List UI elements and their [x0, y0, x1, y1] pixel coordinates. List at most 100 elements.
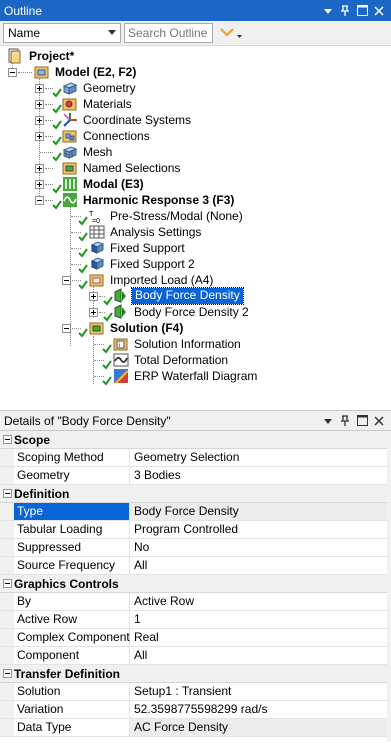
- tree-item-coordinate-systems[interactable]: Coordinate Systems: [62, 112, 193, 128]
- outline-toolbar: Name: [0, 21, 391, 46]
- svg-text:T: T: [89, 211, 94, 218]
- expand-toggle-connections[interactable]: [35, 132, 44, 141]
- tree-item-erp-waterfall[interactable]: ERP Waterfall Diagram: [113, 368, 259, 384]
- pin-icon[interactable]: [339, 4, 351, 17]
- tree-item-total-deformation[interactable]: Total Deformation: [113, 352, 230, 368]
- collapse-toggle[interactable]: [0, 431, 14, 449]
- outline-titlebar: Outline: [0, 0, 391, 21]
- tree-item-fixed-support[interactable]: Fixed Support: [89, 240, 187, 256]
- geometry-icon: [62, 82, 78, 95]
- close-icon[interactable]: [373, 415, 385, 427]
- maximize-icon[interactable]: [356, 415, 368, 427]
- tree-item-project[interactable]: Project*: [8, 48, 76, 64]
- tree-item-solution[interactable]: Solution (F4): [89, 320, 185, 336]
- tree-item-model[interactable]: Model (E2, F2): [34, 64, 138, 80]
- fixed-support-icon: [90, 241, 105, 254]
- check-icon: [102, 344, 112, 354]
- name-filter-select[interactable]: Name: [3, 23, 121, 43]
- chevron-down-icon: [220, 28, 242, 38]
- collapse-toggle-solution[interactable]: [62, 324, 71, 333]
- body-force-density-icon: [114, 304, 126, 319]
- tree-item-mesh[interactable]: Mesh: [62, 144, 114, 160]
- group-graphics-controls[interactable]: Graphics Controls: [0, 575, 391, 593]
- group-scope[interactable]: Scope: [0, 431, 391, 449]
- expand-toggle-body-force-density-2[interactable]: [89, 308, 98, 317]
- table-row[interactable]: Suppressed No: [0, 539, 391, 557]
- collapse-toggle-harmonic-response[interactable]: [35, 196, 44, 205]
- search-input[interactable]: [124, 23, 213, 43]
- check-icon: [52, 200, 62, 210]
- chevron-down-icon: [108, 30, 116, 35]
- table-row[interactable]: Geometry 3 Bodies: [0, 467, 391, 485]
- tree-item-pre-stress[interactable]: T =0 Pre-Stress/Modal (None): [89, 208, 245, 224]
- table-row[interactable]: Component All: [0, 647, 391, 665]
- details-table: Scope Scoping Method Geometry Selection G…: [0, 431, 391, 737]
- body-force-density-icon: [114, 288, 126, 303]
- table-row[interactable]: Tabular Loading Program Controlled: [0, 521, 391, 539]
- tree-item-harmonic-response[interactable]: Harmonic Response 3 (F3): [62, 192, 236, 208]
- close-icon[interactable]: [373, 5, 385, 17]
- tree-item-fixed-support-2[interactable]: Fixed Support 2: [89, 256, 197, 272]
- table-row[interactable]: Type Body Force Density: [0, 503, 391, 521]
- details-title: Details of "Body Force Density": [4, 413, 171, 428]
- table-row[interactable]: Complex Component Real: [0, 629, 391, 647]
- named-selections-icon: [62, 162, 77, 175]
- table-row[interactable]: Solution Setup1 : Transient: [0, 683, 391, 701]
- tree-item-connections[interactable]: Connections: [62, 128, 152, 144]
- check-icon: [102, 360, 112, 370]
- collapse-toggle[interactable]: [0, 665, 14, 683]
- solution-information-icon: i: [113, 338, 128, 351]
- check-icon: [52, 88, 62, 98]
- pre-stress-icon: T=0: [89, 211, 100, 224]
- check-icon: [78, 280, 88, 290]
- expand-toggle-named-selections[interactable]: [35, 164, 44, 173]
- tree-item-body-force-density[interactable]: Body Force Density: [113, 287, 244, 305]
- table-row[interactable]: By Active Row: [0, 593, 391, 611]
- tree-item-imported-load[interactable]: Imported Load (A4): [89, 272, 215, 288]
- details-scrollbar[interactable]: [387, 431, 391, 741]
- check-icon: [52, 104, 62, 114]
- expand-toggle-body-force-density[interactable]: [89, 292, 98, 301]
- dropdown-icon[interactable]: [322, 5, 334, 17]
- tree-item-body-force-density-2[interactable]: Body Force Density 2: [113, 304, 251, 320]
- table-row[interactable]: Data Type AC Force Density: [0, 719, 391, 737]
- dropdown-icon[interactable]: [322, 415, 334, 427]
- project-icon: [8, 48, 21, 64]
- collapse-toggle-model[interactable]: [8, 68, 17, 77]
- table-row[interactable]: Scoping Method Geometry Selection: [0, 449, 391, 467]
- filter-options-button[interactable]: [216, 23, 246, 43]
- group-definition[interactable]: Definition: [0, 485, 391, 503]
- expand-toggle-coordinate-systems[interactable]: [35, 116, 44, 125]
- tree-item-materials[interactable]: Materials: [62, 96, 134, 112]
- tree-item-analysis-settings[interactable]: Analysis Settings: [89, 224, 203, 240]
- connections-icon: [62, 130, 77, 143]
- check-icon: [78, 216, 88, 226]
- details-titlebar: Details of "Body Force Density": [0, 410, 391, 431]
- group-transfer-definition[interactable]: Transfer Definition: [0, 665, 391, 683]
- fixed-support-icon: [90, 257, 105, 270]
- collapse-toggle[interactable]: [0, 485, 14, 503]
- tree-item-named-selections[interactable]: Named Selections: [62, 160, 182, 176]
- name-filter-value: Name: [8, 26, 41, 40]
- pin-icon[interactable]: [339, 414, 351, 427]
- expand-toggle-modal[interactable]: [35, 180, 44, 189]
- tree-item-modal[interactable]: Modal (E3): [62, 176, 146, 192]
- check-icon: [52, 136, 62, 146]
- tree-item-solution-information[interactable]: i Solution Information: [113, 336, 243, 352]
- materials-icon: [62, 98, 77, 111]
- collapse-toggle-imported-load[interactable]: [62, 276, 71, 285]
- outline-tree: Project* Model (E2, F2) Geometry Materia…: [0, 46, 391, 410]
- table-row[interactable]: Source Frequency All: [0, 557, 391, 575]
- check-icon: [52, 120, 62, 130]
- tree-item-geometry[interactable]: Geometry: [62, 80, 138, 96]
- table-row[interactable]: Variation 52.3598775598299 rad/s: [0, 701, 391, 719]
- expand-toggle-geometry[interactable]: [35, 84, 44, 93]
- check-icon: [103, 296, 113, 306]
- collapse-toggle[interactable]: [0, 575, 14, 593]
- check-icon: [78, 248, 88, 258]
- waterfall-diagram-icon: [114, 369, 129, 384]
- table-row[interactable]: Active Row 1: [0, 611, 391, 629]
- maximize-icon[interactable]: [356, 5, 368, 17]
- expand-toggle-materials[interactable]: [35, 100, 44, 109]
- imported-load-icon: [89, 274, 104, 287]
